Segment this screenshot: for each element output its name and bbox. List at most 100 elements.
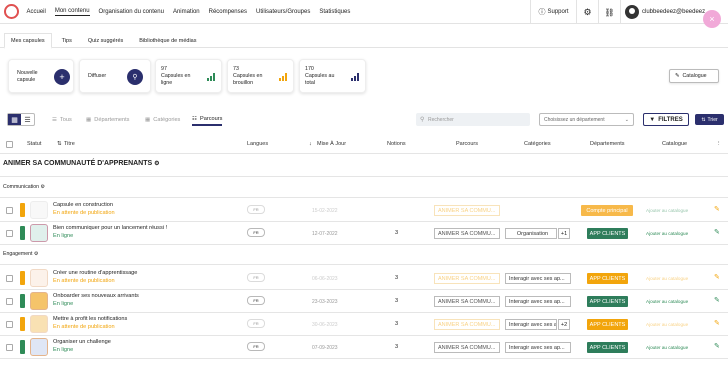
category-chip[interactable]: Interagir avec ses ap... bbox=[505, 342, 571, 353]
add-catalogue-link[interactable]: Ajouter au catalogue bbox=[646, 231, 688, 236]
department-chip[interactable]: APP CLIENTS bbox=[587, 319, 628, 330]
row-checkbox[interactable] bbox=[6, 298, 13, 305]
app-logo[interactable] bbox=[4, 4, 19, 19]
edit-icon[interactable]: ✎ bbox=[714, 319, 720, 327]
add-catalogue-link[interactable]: Ajouter au catalogue bbox=[646, 345, 688, 350]
category-chip[interactable]: Interagir avec ses ap... bbox=[505, 319, 557, 330]
add-catalogue-link[interactable]: Ajouter au catalogue bbox=[646, 299, 688, 304]
department-chip[interactable]: APP CLIENTS bbox=[587, 228, 628, 239]
row-checkbox[interactable] bbox=[6, 275, 13, 282]
filters-button[interactable]: ▼ FILTRES bbox=[643, 113, 689, 126]
filter-tous[interactable]: ☰ Tous bbox=[52, 113, 72, 126]
subsection-engagement: Engagement ⚙ bbox=[3, 251, 39, 257]
nav-statistiques[interactable]: Statistiques bbox=[319, 9, 350, 15]
nav-organisation[interactable]: Organisation du contenu bbox=[99, 9, 164, 15]
edit-icon[interactable]: ✎ bbox=[714, 296, 720, 304]
department-chip[interactable]: APP CLIENTS bbox=[587, 296, 628, 307]
gear-icon[interactable]: ⚙ bbox=[154, 161, 159, 167]
capsule-title[interactable]: Mettre à profit les notifications bbox=[53, 316, 127, 322]
table-row[interactable]: Bien communiquer pour un lancement réuss… bbox=[0, 222, 728, 244]
parcours-chip[interactable]: ANIMER SA COMMU... bbox=[434, 319, 500, 330]
edit-icon[interactable]: ✎ bbox=[714, 342, 720, 350]
col-statut[interactable]: Statut bbox=[27, 141, 41, 147]
subsection-engagement-label: Engagement bbox=[3, 251, 33, 257]
parcours-chip[interactable]: ANIMER SA COMMU... bbox=[434, 273, 500, 284]
gear-icon[interactable]: ⚙ bbox=[41, 184, 46, 190]
table-row[interactable]: Capsule en construction En attente de pu… bbox=[0, 199, 728, 221]
select-all-checkbox[interactable] bbox=[6, 141, 13, 148]
list-view-icon[interactable]: ☰ bbox=[21, 114, 34, 125]
grid-view-icon[interactable]: ▦ bbox=[8, 114, 21, 125]
capsule-title[interactable]: Organiser un challenge bbox=[53, 339, 111, 345]
settings-button[interactable]: ⚙ bbox=[576, 0, 598, 24]
table-row[interactable]: Créer une routine d'apprentissage En att… bbox=[0, 267, 728, 289]
parcours-chip[interactable]: ANIMER SA COMMU... bbox=[434, 296, 500, 307]
sort-label: Trier bbox=[707, 116, 718, 123]
nav-mon-contenu[interactable]: Mon contenu bbox=[54, 8, 90, 16]
search-input[interactable]: ⚲ Rechercher bbox=[416, 113, 530, 126]
table-row[interactable]: Mettre à profit les notifications En att… bbox=[0, 313, 728, 335]
row-checkbox[interactable] bbox=[6, 321, 13, 328]
top-navbar: Accueil Mon contenu Organisation du cont… bbox=[0, 0, 728, 24]
new-capsule-card[interactable]: Nouvelle capsule + bbox=[8, 59, 74, 93]
more-categories[interactable]: +2 bbox=[558, 319, 570, 330]
capsule-title[interactable]: Créer une routine d'apprentissage bbox=[53, 270, 137, 276]
nav-animation[interactable]: Animation bbox=[173, 9, 200, 15]
catalogue-button[interactable]: ✎ Catalogue bbox=[669, 69, 719, 83]
department-chip[interactable]: Compte principal bbox=[581, 205, 633, 216]
table-row[interactable]: Onboarder ses nouveaux arrivants En lign… bbox=[0, 290, 728, 312]
add-catalogue-link[interactable]: Ajouter au catalogue bbox=[646, 276, 688, 281]
edit-icon[interactable]: ✎ bbox=[714, 205, 720, 213]
department-chip[interactable]: APP CLIENTS bbox=[587, 342, 628, 353]
divider bbox=[0, 264, 728, 265]
network-button[interactable]: ⛓ bbox=[598, 0, 620, 24]
tab-mes-capsules[interactable]: Mes capsules bbox=[4, 33, 52, 49]
support-button[interactable]: ⓘ Support bbox=[530, 0, 576, 24]
more-icon[interactable]: ⋮ bbox=[716, 141, 722, 147]
filter-departements[interactable]: ▦ Départements bbox=[86, 113, 129, 126]
nav-recompenses[interactable]: Récompenses bbox=[209, 9, 247, 15]
view-toggle[interactable]: ▦ ☰ bbox=[7, 113, 35, 126]
capsule-title[interactable]: Bien communiquer pour un lancement réuss… bbox=[53, 225, 167, 231]
notions-count: 3 bbox=[395, 344, 399, 350]
filter-categories[interactable]: ▦ Catégories bbox=[145, 113, 180, 126]
category-chip[interactable]: Organisation bbox=[505, 228, 557, 239]
nav-accueil[interactable]: Accueil bbox=[27, 9, 46, 15]
capsule-thumbnail bbox=[30, 315, 48, 333]
row-checkbox[interactable] bbox=[6, 207, 13, 214]
gear-icon[interactable]: ⚙ bbox=[34, 251, 39, 257]
chart-icon bbox=[351, 73, 359, 81]
parcours-chip[interactable]: ANIMER SA COMMU... bbox=[434, 228, 500, 239]
status-flag bbox=[20, 317, 25, 331]
category-chip[interactable]: Interagir avec ses ap... bbox=[505, 296, 571, 307]
draft-label: Capsules en brouillon bbox=[233, 73, 263, 86]
parcours-chip[interactable]: ANIMER SA COMMU... bbox=[434, 342, 500, 353]
add-catalogue-link[interactable]: Ajouter au catalogue bbox=[646, 322, 688, 327]
filter-parcours[interactable]: ☷ Parcours bbox=[192, 113, 223, 126]
tab-tips[interactable]: Tips bbox=[56, 33, 78, 48]
sort-button[interactable]: ⇅ Trier bbox=[695, 114, 724, 125]
capsule-status: En ligne bbox=[53, 347, 74, 353]
close-icon[interactable]: × bbox=[703, 10, 721, 28]
tab-bibliotheque[interactable]: Bibliothèque de médias bbox=[133, 33, 202, 48]
department-chip[interactable]: APP CLIENTS bbox=[587, 273, 628, 284]
row-checkbox[interactable] bbox=[6, 344, 13, 351]
nav-utilisateurs[interactable]: Utilisateurs/Groupes bbox=[256, 9, 310, 15]
capsule-title[interactable]: Onboarder ses nouveaux arrivants bbox=[53, 293, 139, 299]
col-titre[interactable]: Titre bbox=[64, 141, 75, 147]
parcours-chip[interactable]: ANIMER SA COMMU... bbox=[434, 205, 500, 216]
category-chip[interactable]: Interagir avec ses ap... bbox=[505, 273, 571, 284]
department-select[interactable]: Choisissez un département ⌄ bbox=[539, 113, 634, 126]
diffuse-card[interactable]: Diffuser ⚲ bbox=[79, 59, 151, 93]
add-catalogue-link[interactable]: Ajouter au catalogue bbox=[646, 208, 688, 213]
tab-quiz[interactable]: Quiz suggérés bbox=[82, 33, 129, 48]
table-row[interactable]: Organiser un challenge En ligne FR 07-09… bbox=[0, 336, 728, 358]
capsule-title[interactable]: Capsule en construction bbox=[53, 202, 113, 208]
online-label: Capsules en ligne bbox=[161, 73, 191, 86]
row-checkbox[interactable] bbox=[6, 230, 13, 237]
more-categories[interactable]: +1 bbox=[558, 228, 570, 239]
col-date[interactable]: Mise À Jour bbox=[317, 141, 346, 147]
divider bbox=[0, 197, 728, 198]
edit-icon[interactable]: ✎ bbox=[714, 228, 720, 236]
edit-icon[interactable]: ✎ bbox=[714, 273, 720, 281]
